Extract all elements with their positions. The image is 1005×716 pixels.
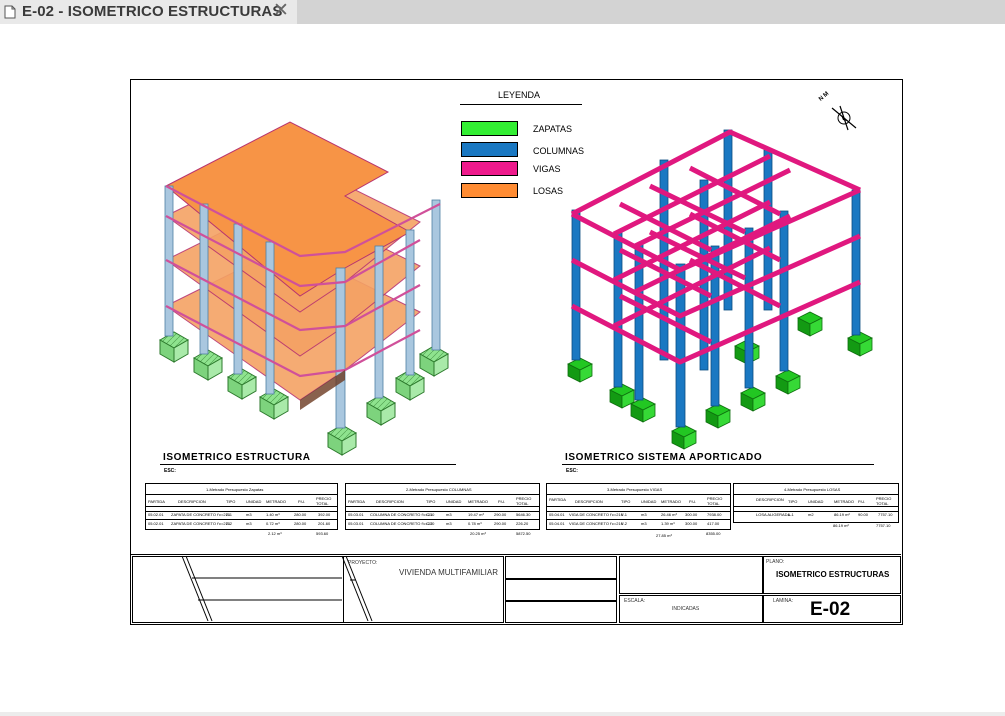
titleblock-empty-cell-1: [505, 556, 617, 579]
plan-name: ISOMETRICO ESTRUCTURAS: [776, 570, 890, 579]
project-name: VIVIENDA MULTIFAMILIAR: [399, 568, 498, 577]
titleblock-project-cell: [344, 556, 504, 623]
titleblock-empty-cell-3: [505, 601, 617, 623]
plan-label: PLANO:: [766, 559, 785, 565]
sheet-label: LAMINA:: [773, 598, 794, 604]
sheet-code: E-02: [810, 599, 851, 620]
status-strip: [0, 712, 1005, 716]
scale-value: INDICADAS: [672, 606, 700, 612]
titleblock-empty-cell-2: [505, 579, 617, 601]
scale-label: ESCALA:: [624, 598, 646, 604]
titleblock-empty-cell-4: [619, 556, 763, 594]
project-label: PROYECTO:: [348, 560, 378, 566]
